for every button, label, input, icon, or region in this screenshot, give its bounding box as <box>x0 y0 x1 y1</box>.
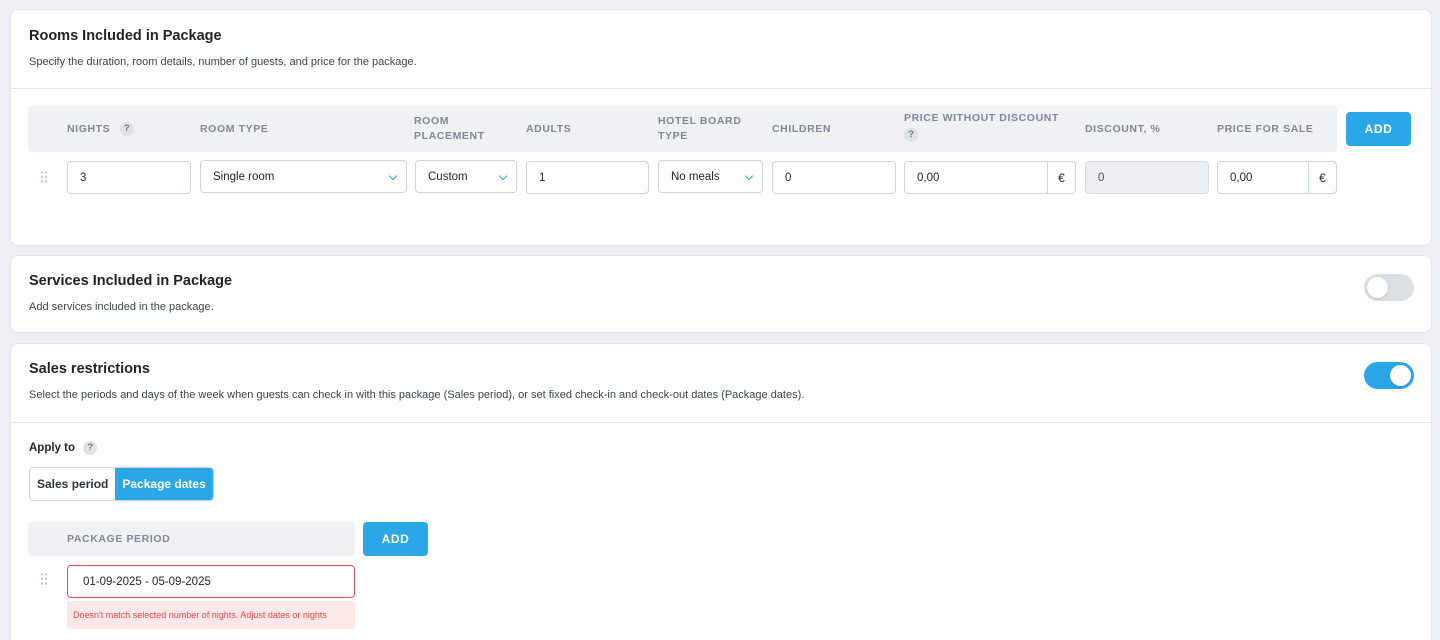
apply-to-segmented-control: Sales period Package dates <box>29 467 214 501</box>
services-subtitle: Add services included in the package. <box>29 301 214 313</box>
room-type-value: Single room <box>213 170 275 183</box>
room-placement-select[interactable]: Custom <box>415 160 517 193</box>
adults-input[interactable]: 1 <box>526 161 649 194</box>
nights-value: 3 <box>80 171 87 184</box>
euro-icon: € <box>1308 162 1336 193</box>
col-board-type: HOTEL BOARD TYPE <box>658 115 742 142</box>
sales-card: Sales restrictions Select the periods an… <box>10 343 1432 640</box>
col-adults: ADULTS <box>526 123 572 135</box>
period-error-message: Doesn't match selected number of nights.… <box>67 601 355 629</box>
col-price-without-discount: PRICE WITHOUT DISCOUNT ? <box>904 112 1059 142</box>
chevron-down-icon <box>498 171 508 181</box>
services-card: Services Included in Package Add service… <box>10 255 1432 333</box>
chevron-down-icon <box>744 171 754 181</box>
col-discount: DISCOUNT, % <box>1085 123 1161 135</box>
col-package-period: PACKAGE PERIOD <box>67 533 171 545</box>
drag-handle-icon[interactable] <box>40 170 48 184</box>
services-title: Services Included in Package <box>29 273 233 289</box>
sales-toggle[interactable] <box>1364 362 1414 389</box>
rooms-card: Rooms Included in Package Specify the du… <box>10 9 1432 246</box>
sales-divider <box>11 422 1431 423</box>
add-room-button[interactable]: ADD <box>1346 112 1411 146</box>
apply-to-label: Apply to ? <box>29 441 98 455</box>
sales-period-option[interactable]: Sales period <box>30 468 115 500</box>
room-placement-value: Custom <box>428 170 468 183</box>
price-for-sale-value: 0,00 <box>1230 171 1253 184</box>
euro-icon: € <box>1047 162 1075 193</box>
col-room-placement: ROOM PLACEMENT <box>414 115 485 142</box>
services-toggle[interactable] <box>1364 274 1414 301</box>
price-for-sale-input[interactable]: 0,00 € <box>1217 161 1337 194</box>
discount-input: 0 <box>1085 161 1209 194</box>
board-type-select[interactable]: No meals <box>658 160 763 193</box>
chevron-down-icon <box>388 171 398 181</box>
price-without-discount-value: 0,00 <box>917 171 940 184</box>
price-help-icon[interactable]: ? <box>904 128 918 142</box>
drag-handle-icon[interactable] <box>40 572 48 586</box>
discount-value: 0 <box>1098 171 1105 184</box>
package-dates-option[interactable]: Package dates <box>115 468 213 500</box>
apply-to-help-icon[interactable]: ? <box>83 441 98 455</box>
sales-subtitle: Select the periods and days of the week … <box>29 389 805 401</box>
sales-title: Sales restrictions <box>29 361 150 377</box>
toggle-knob <box>1367 277 1388 298</box>
toggle-knob <box>1390 365 1411 386</box>
adults-value: 1 <box>539 171 546 184</box>
col-children: CHILDREN <box>772 123 832 135</box>
price-without-discount-input[interactable]: 0,00 € <box>904 161 1076 194</box>
add-period-button[interactable]: ADD <box>363 522 428 556</box>
package-period-value: 01-09-2025 - 05-09-2025 <box>83 575 211 588</box>
board-type-value: No meals <box>671 170 720 183</box>
children-input[interactable]: 0 <box>772 161 896 194</box>
rooms-title: Rooms Included in Package <box>29 28 222 44</box>
rooms-subtitle: Specify the duration, room details, numb… <box>29 56 417 68</box>
room-type-select[interactable]: Single room <box>200 160 407 193</box>
nights-input[interactable]: 3 <box>67 161 191 194</box>
col-room-type: ROOM TYPE <box>200 123 269 135</box>
col-price-for-sale: PRICE FOR SALE <box>1217 123 1314 135</box>
children-value: 0 <box>785 171 792 184</box>
package-period-input[interactable]: 01-09-2025 - 05-09-2025 <box>67 565 355 598</box>
nights-help-icon[interactable]: ? <box>119 122 134 137</box>
col-nights: NIGHTS ? <box>67 122 134 137</box>
rooms-divider <box>11 88 1431 89</box>
